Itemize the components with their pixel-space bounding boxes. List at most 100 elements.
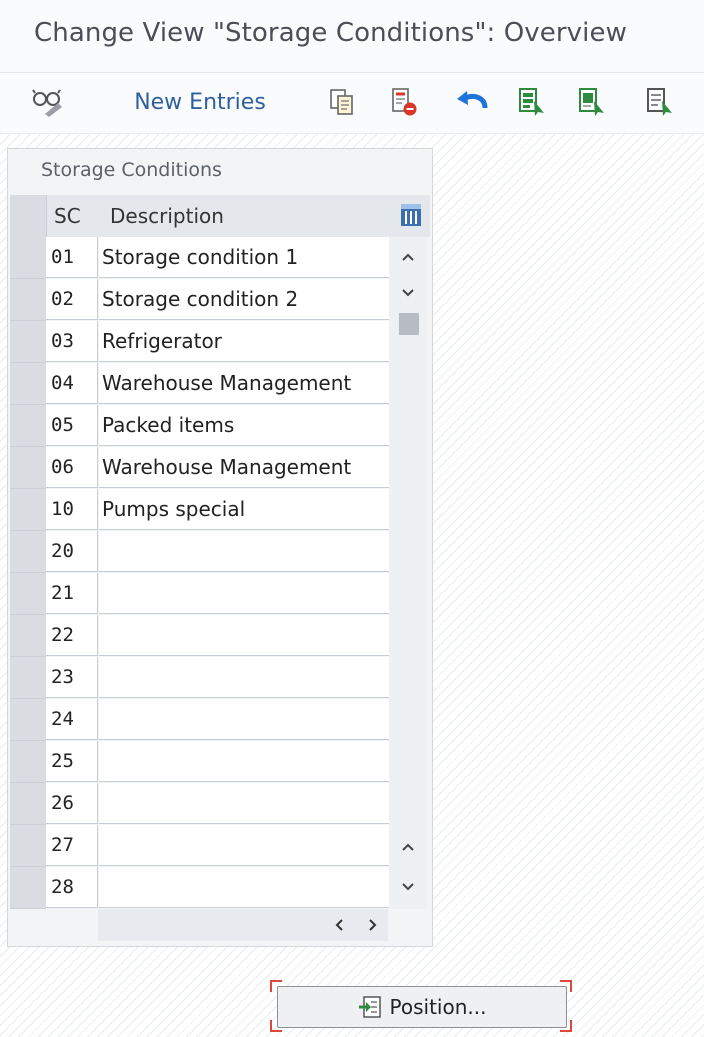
table-row[interactable]: 24	[10, 699, 430, 741]
chevron-down-icon	[402, 289, 414, 297]
row-selector[interactable]	[10, 363, 46, 405]
row-selector[interactable]	[10, 321, 46, 363]
sc-cell[interactable]: 28	[46, 867, 98, 908]
description-cell[interactable]: Warehouse Management	[99, 447, 389, 488]
new-entries-label: New Entries	[134, 89, 266, 115]
description-cell[interactable]	[99, 657, 389, 698]
row-selector[interactable]	[10, 657, 46, 699]
display-change-button[interactable]	[26, 73, 70, 131]
table-row[interactable]: 02 Storage condition 2	[10, 279, 430, 321]
table-row[interactable]: 20	[10, 531, 430, 573]
select-block-icon	[579, 88, 604, 116]
scroll-down-button[interactable]	[389, 273, 427, 313]
undo-change-button[interactable]	[450, 73, 494, 131]
table-row[interactable]: 05 Packed items	[10, 405, 430, 447]
select-all-button[interactable]	[512, 73, 552, 131]
scrollbar-thumb[interactable]	[399, 313, 419, 335]
copy-as-button[interactable]	[322, 73, 362, 131]
sc-cell[interactable]: 25	[46, 741, 98, 782]
sc-cell[interactable]: 10	[46, 489, 98, 530]
table-settings-icon[interactable]	[400, 203, 422, 227]
row-selector[interactable]	[10, 489, 46, 531]
description-cell[interactable]	[99, 573, 389, 614]
position-button[interactable]: Position...	[277, 986, 567, 1028]
select-all-rows-cell[interactable]	[10, 195, 47, 237]
title-bar: Change View "Storage Conditions": Overvi…	[0, 0, 704, 73]
sc-cell[interactable]: 03	[46, 321, 98, 362]
panel-title: Storage Conditions	[41, 159, 222, 181]
table-row[interactable]: 21	[10, 573, 430, 615]
select-block-button[interactable]	[572, 73, 612, 131]
table-row[interactable]: 01 Storage condition 1	[10, 237, 430, 279]
table-row[interactable]: 10 Pumps special	[10, 489, 430, 531]
deselect-all-button[interactable]	[640, 73, 680, 131]
row-selector[interactable]	[10, 825, 46, 867]
sc-cell[interactable]: 05	[46, 405, 98, 446]
table-row[interactable]: 04 Warehouse Management	[10, 363, 430, 405]
table-row[interactable]: 03 Refrigerator	[10, 321, 430, 363]
description-cell[interactable]: Refrigerator	[99, 321, 389, 362]
description-cell[interactable]: Storage condition 2	[99, 279, 389, 320]
new-entries-button[interactable]: New Entries	[112, 73, 288, 131]
row-selector[interactable]	[10, 531, 46, 573]
position-button-label: Position...	[389, 995, 487, 1019]
position-button-focus-frame: Position...	[270, 980, 572, 1032]
position-icon	[358, 996, 381, 1018]
sc-cell[interactable]: 20	[46, 531, 98, 572]
table-row[interactable]: 25	[10, 741, 430, 783]
table-row[interactable]: 27	[10, 825, 430, 867]
scroll-right-button[interactable]	[358, 909, 388, 941]
row-selector[interactable]	[10, 867, 46, 909]
description-cell[interactable]: Storage condition 1	[99, 237, 389, 278]
column-header-sc[interactable]: SC	[54, 195, 81, 237]
page-up-button[interactable]	[389, 827, 427, 867]
row-selector[interactable]	[10, 237, 46, 279]
description-cell[interactable]: Packed items	[99, 405, 389, 446]
table-row[interactable]: 23	[10, 657, 430, 699]
row-selector[interactable]	[10, 573, 46, 615]
sc-cell[interactable]: 27	[46, 825, 98, 866]
sc-cell[interactable]: 26	[46, 783, 98, 824]
description-cell[interactable]	[99, 531, 389, 572]
description-cell[interactable]	[99, 867, 389, 908]
description-cell[interactable]	[99, 615, 389, 656]
glasses-pencil-icon	[32, 89, 62, 117]
page-down-button[interactable]	[389, 867, 427, 907]
undo-change-icon	[457, 91, 488, 109]
description-cell[interactable]: Pumps special	[99, 489, 389, 530]
vertical-scrollbar[interactable]	[389, 237, 427, 909]
sc-cell[interactable]: 22	[46, 615, 98, 656]
scroll-up-button[interactable]	[389, 237, 427, 277]
sc-cell[interactable]: 01	[46, 237, 98, 278]
sc-cell[interactable]: 24	[46, 699, 98, 740]
table-row[interactable]: 26	[10, 783, 430, 825]
table-row[interactable]: 22	[10, 615, 430, 657]
row-selector[interactable]	[10, 615, 46, 657]
description-cell[interactable]	[99, 783, 389, 824]
row-selector[interactable]	[10, 447, 46, 489]
table-header: SC Description	[10, 195, 430, 237]
scroll-left-button[interactable]	[324, 909, 354, 941]
delete-icon	[392, 88, 417, 116]
sc-cell[interactable]: 04	[46, 363, 98, 404]
column-header-description[interactable]: Description	[110, 195, 224, 237]
row-selector[interactable]	[10, 783, 46, 825]
chevron-down-icon	[402, 883, 414, 891]
sc-cell[interactable]: 02	[46, 279, 98, 320]
sc-cell[interactable]: 21	[46, 573, 98, 614]
row-selector[interactable]	[10, 405, 46, 447]
description-cell[interactable]	[99, 741, 389, 782]
table-row[interactable]: 28	[10, 867, 430, 909]
description-cell[interactable]	[99, 699, 389, 740]
sc-cell[interactable]: 23	[46, 657, 98, 698]
row-selector[interactable]	[10, 741, 46, 783]
table-row[interactable]: 06 Warehouse Management	[10, 447, 430, 489]
horizontal-scrollbar[interactable]	[98, 909, 388, 941]
sc-cell[interactable]: 06	[46, 447, 98, 488]
row-selector[interactable]	[10, 699, 46, 741]
storage-conditions-panel: Storage Conditions SC Description 01 Stor…	[7, 148, 433, 947]
description-cell[interactable]	[99, 825, 389, 866]
description-cell[interactable]: Warehouse Management	[99, 363, 389, 404]
row-selector[interactable]	[10, 279, 46, 321]
delete-button[interactable]	[384, 73, 424, 131]
